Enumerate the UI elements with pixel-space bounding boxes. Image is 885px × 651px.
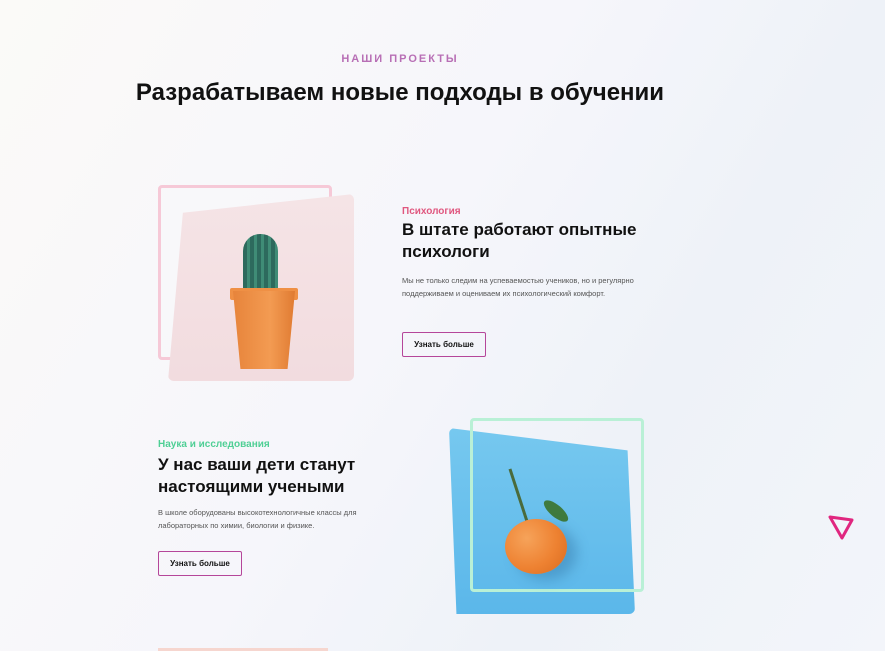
project-category: Психология [402,206,461,217]
cactus-illustration [243,234,278,294]
section-title: Разрабатываем новые подходы в обучении [135,79,665,106]
learn-more-button[interactable]: Узнать больше [158,551,242,576]
project-description: В школе оборудованы высокотехнологичные … [158,508,357,530]
project-title: У нас ваши дети станут настоящими ученым… [158,455,356,496]
tangerine-illustration [505,519,567,574]
pot-illustration [233,291,295,369]
triangle-outline-icon [828,515,854,540]
learn-more-button[interactable]: Узнать больше [402,332,486,357]
project-category: Наука и исследования [158,439,270,450]
project-description: Мы не только следим на успеваемостью уче… [402,276,634,298]
section-eyebrow: НАШИ ПРОЕКТЫ [341,53,459,65]
project-title: В штате работают опытные психологи [402,220,637,261]
